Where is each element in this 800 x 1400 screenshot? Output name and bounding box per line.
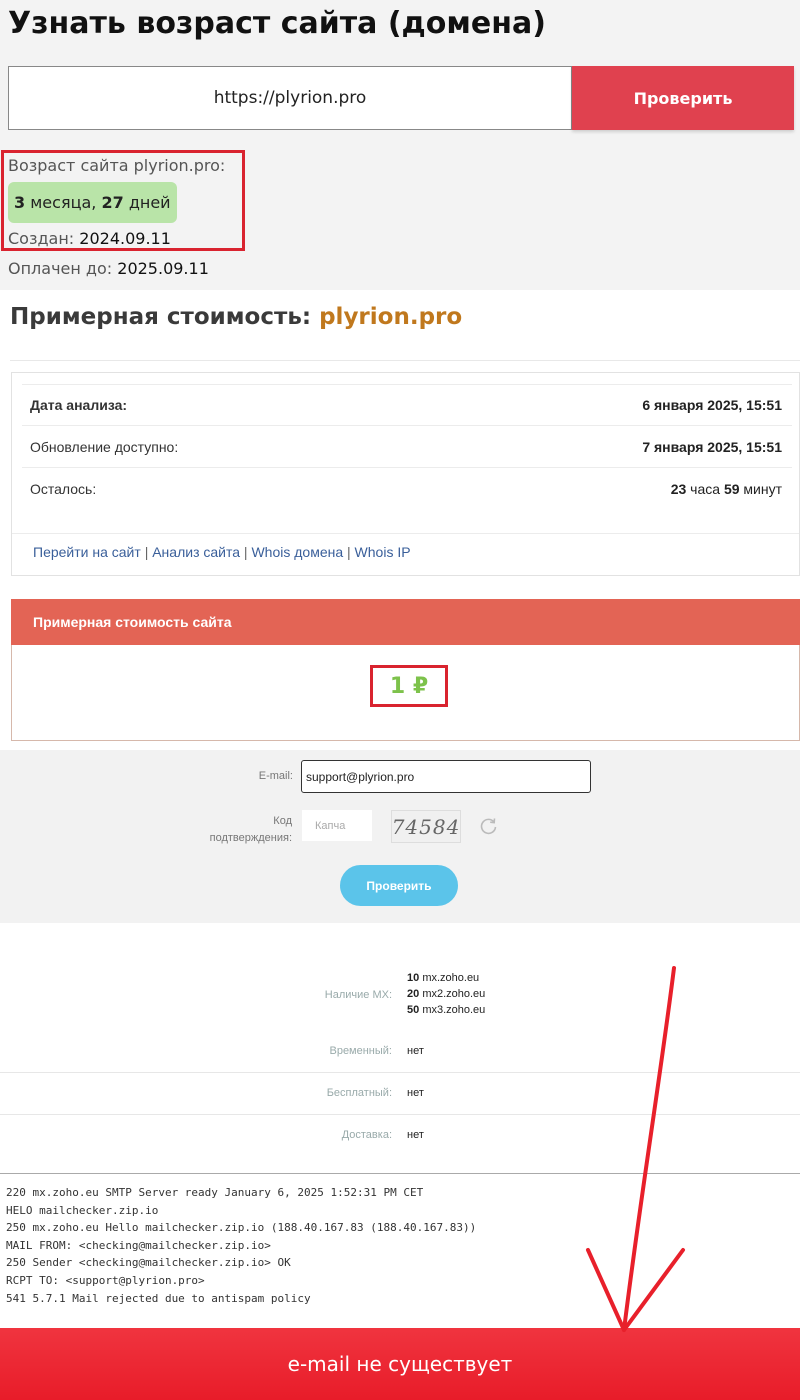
log-line: MAIL FROM: <checking@mailchecker.zip.io> xyxy=(6,1238,271,1252)
temporary-value: нет xyxy=(407,1045,424,1057)
refresh-icon[interactable] xyxy=(479,816,499,836)
time-left-hours-word: часа xyxy=(690,481,721,497)
valuation-value: 1 ₽ xyxy=(370,665,448,707)
link-site-analysis[interactable]: Анализ сайта xyxy=(152,544,240,560)
update-available-value: 7 января 2025, 15:51 xyxy=(642,438,782,455)
captcha-input[interactable]: Капча xyxy=(302,810,372,841)
link-whois-ip[interactable]: Whois IP xyxy=(355,544,411,560)
cost-title-prefix: Примерная стоимость: xyxy=(10,304,312,330)
link-whois-domain[interactable]: Whois домена xyxy=(251,544,343,560)
code-label-line1: Код xyxy=(273,815,292,827)
result-banner: e-mail не существует xyxy=(0,1328,800,1400)
update-available-label: Обновление доступно: xyxy=(30,438,179,455)
code-label-line2: подтверждения: xyxy=(209,832,292,844)
divider xyxy=(10,360,800,361)
mx-record: 10 mx.zoho.eu xyxy=(407,972,480,984)
link-go-to-site[interactable]: Перейти на сайт xyxy=(33,544,141,560)
mx-record: 20 mx2.zoho.eu xyxy=(407,988,486,1000)
smtp-log: 220 mx.zoho.eu SMTP Server ready January… xyxy=(0,1173,800,1328)
check-email-button[interactable]: Проверить xyxy=(340,865,458,906)
paid-row: Оплачен до: 2025.09.11 xyxy=(8,259,209,278)
time-left-label: Осталось: xyxy=(30,481,97,497)
cost-title: Примерная стоимость: plyrion.pro xyxy=(10,304,462,330)
divider xyxy=(0,1114,800,1115)
temporary-label: Временный: xyxy=(329,1045,392,1057)
log-line: RCPT TO: <support@plyrion.pro> xyxy=(6,1273,205,1287)
analysis-date-value: 6 января 2025, 15:51 xyxy=(642,397,782,413)
captcha-image: 74584 xyxy=(391,810,461,843)
divider xyxy=(12,533,799,534)
link-separator: | xyxy=(144,544,149,560)
time-left-value: 23 часа 59 минут xyxy=(671,481,792,497)
log-line: 541 5.7.1 Mail rejected due to antispam … xyxy=(6,1291,311,1305)
email-input[interactable]: support@plyrion.pro xyxy=(301,760,591,793)
mx-records: 10 mx.zoho.eu 20 mx2.zoho.eu 50 mx3.zoho… xyxy=(407,970,485,1018)
email-label: E-mail: xyxy=(258,770,293,782)
log-line: 250 mx.zoho.eu Hello mailchecker.zip.io … xyxy=(6,1221,477,1235)
link-separator: | xyxy=(243,544,248,560)
check-age-button[interactable]: Проверить xyxy=(572,66,794,130)
time-left-minutes-word: минут xyxy=(743,481,782,497)
log-line: HELO mailchecker.zip.io xyxy=(6,1203,159,1217)
divider xyxy=(0,1072,800,1073)
url-input[interactable]: https://plyrion.pro xyxy=(8,66,572,130)
mx-label: Наличие MX: xyxy=(324,989,392,1001)
time-left-row: Осталось: 23 часа 59 минут xyxy=(22,468,792,510)
delivery-label: Доставка: xyxy=(341,1129,392,1141)
mx-record: 50 mx3.zoho.eu xyxy=(407,1004,486,1016)
age-highlight-annotation xyxy=(1,150,245,251)
update-available-row: Обновление доступно: 7 января 2025, 15:5… xyxy=(22,426,792,468)
log-line: 250 Sender <checking@mailchecker.zip.io>… xyxy=(6,1256,291,1270)
time-left-minutes: 59 xyxy=(723,481,740,497)
analysis-date-row: Дата анализа: 6 января 2025, 15:51 xyxy=(22,384,792,426)
link-separator: | xyxy=(347,544,351,560)
site-links: Перейти на сайт | Анализ сайта | Whois д… xyxy=(33,544,411,560)
analysis-date-label: Дата анализа: xyxy=(30,397,128,413)
free-label: Бесплатный: xyxy=(326,1087,392,1099)
time-left-hours: 23 xyxy=(670,481,687,497)
log-line: 220 mx.zoho.eu SMTP Server ready January… xyxy=(6,1186,424,1199)
valuation-header: Примерная стоимость сайта xyxy=(11,599,800,645)
delivery-value: нет xyxy=(407,1129,424,1141)
free-value: нет xyxy=(407,1087,424,1099)
cost-title-domain: plyrion.pro xyxy=(319,304,463,330)
code-label: Код подтверждения: xyxy=(180,813,292,847)
paid-label: Оплачен до: xyxy=(8,259,113,278)
paid-value: 2025.09.11 xyxy=(117,259,209,278)
page-title: Узнать возраст сайта (домена) xyxy=(8,6,546,41)
